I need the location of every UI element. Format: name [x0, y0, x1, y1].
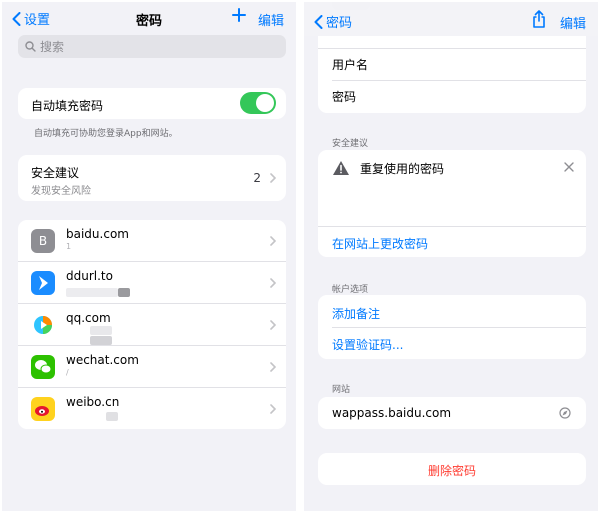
- share-icon: [533, 10, 545, 28]
- close-icon[interactable]: [564, 162, 574, 172]
- security-count-badge: 2: [253, 171, 261, 185]
- redacted-username: [106, 412, 118, 421]
- plus-icon: [232, 8, 246, 22]
- back-button[interactable]: 密码: [314, 12, 352, 31]
- letter-b-icon: B: [31, 229, 55, 253]
- password-label[interactable]: 密码: [332, 88, 356, 105]
- site-name: ddurl.to: [66, 269, 113, 283]
- redacted-username: [66, 288, 118, 297]
- passwords-list-screen: 设置 密码 编辑 搜索 自动填充密码 自动填充可协助您登录App和网站。 安全建…: [2, 2, 296, 511]
- password-detail-screen: 用户名 密码 密码 编辑 安全建议 重复使用的密码 在网站上更改密码 帐户选项 …: [304, 2, 598, 511]
- compass-icon[interactable]: [559, 407, 571, 419]
- saved-passwords-list: B baidu.com 1 ddurl.to qq.com wechat.com…: [18, 220, 286, 429]
- site-name: wechat.com: [66, 353, 139, 367]
- site-username: /: [66, 368, 69, 377]
- page-title: 密码: [135, 14, 162, 29]
- security-card: 重复使用的密码 在网站上更改密码: [318, 150, 586, 257]
- edit-button[interactable]: 编辑: [258, 10, 284, 29]
- chevron-right-icon: [270, 361, 276, 372]
- search-placeholder: 搜索: [40, 40, 65, 54]
- redacted-username: [90, 326, 112, 335]
- ddurl-app-icon: [31, 271, 55, 295]
- chevron-right-icon: [270, 319, 276, 330]
- redacted-username: [90, 336, 112, 345]
- chevron-right-icon: [270, 403, 276, 414]
- autofill-card: 自动填充密码: [18, 88, 286, 119]
- chevron-right-icon: [270, 235, 276, 246]
- add-note-button[interactable]: 添加备注: [332, 305, 380, 322]
- divider: [332, 80, 586, 81]
- nav-bar: 设置 密码 编辑: [2, 2, 296, 36]
- change-password-link[interactable]: 在网站上更改密码: [332, 235, 428, 252]
- section-header-security: 安全建议: [332, 139, 369, 149]
- nav-bar: 密码 编辑: [304, 2, 598, 36]
- delete-password-button[interactable]: 删除密码: [318, 453, 586, 485]
- website-url: wappass.baidu.com: [332, 406, 452, 420]
- list-item[interactable]: ddurl.to: [18, 262, 286, 304]
- list-item[interactable]: B baidu.com 1: [18, 220, 286, 262]
- chevron-left-icon: [314, 14, 323, 29]
- divider: [318, 48, 586, 49]
- toggle-knob: [256, 94, 274, 112]
- autofill-label: 自动填充密码: [31, 99, 104, 113]
- site-name: baidu.com: [66, 227, 129, 241]
- divider: [318, 226, 586, 227]
- wechat-icon: [31, 355, 55, 379]
- add-button[interactable]: [232, 7, 246, 26]
- list-item[interactable]: wechat.com /: [18, 346, 286, 388]
- site-name: qq.com: [66, 311, 111, 325]
- back-label: 密码: [326, 16, 353, 31]
- search-icon: [25, 41, 36, 52]
- security-recommendations-row[interactable]: 安全建议 发现安全风险 2: [18, 155, 286, 201]
- account-options-card: 添加备注 设置验证码...: [318, 295, 586, 359]
- edit-button[interactable]: 编辑: [560, 13, 586, 32]
- search-bar[interactable]: 搜索: [18, 35, 286, 58]
- redacted-username: [118, 288, 130, 297]
- site-username: 1: [66, 242, 72, 251]
- security-subtitle: 发现安全风险: [31, 186, 91, 197]
- section-header-account: 帐户选项: [332, 285, 369, 295]
- section-header-website: 网站: [332, 385, 351, 395]
- security-title: 安全建议: [31, 166, 80, 180]
- warning-icon: [333, 161, 349, 175]
- list-item[interactable]: qq.com: [18, 304, 286, 346]
- autofill-toggle[interactable]: [240, 92, 276, 114]
- share-button[interactable]: [532, 10, 546, 32]
- list-item[interactable]: weibo.cn: [18, 388, 286, 429]
- weibo-icon: [31, 397, 55, 421]
- chevron-right-icon: [270, 277, 276, 288]
- autofill-note: 自动填充可协助您登录App和网站。: [34, 129, 178, 139]
- chevron-right-icon: [270, 173, 276, 183]
- delete-password-label: 删除密码: [427, 464, 476, 478]
- username-label[interactable]: 用户名: [332, 56, 368, 73]
- reused-password-warning: 重复使用的密码: [360, 162, 445, 176]
- site-name: weibo.cn: [66, 395, 120, 409]
- set-verification-code-button[interactable]: 设置验证码...: [332, 336, 403, 353]
- divider: [332, 327, 586, 328]
- website-card[interactable]: wappass.baidu.com: [318, 397, 586, 429]
- qq-video-icon: [31, 313, 55, 337]
